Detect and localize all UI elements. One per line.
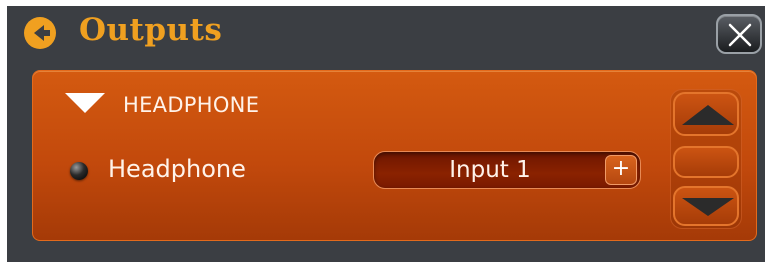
back-arrow-icon[interactable] — [23, 16, 57, 50]
window-title: Outputs — [79, 12, 223, 48]
scrollbar[interactable] — [670, 89, 742, 229]
close-x-icon — [728, 23, 752, 47]
title-bar: Outputs — [7, 6, 765, 58]
triangle-down-icon — [682, 198, 734, 216]
input-value: Input 1 — [449, 157, 531, 183]
input-selector[interactable]: Input 1 + — [373, 151, 641, 189]
output-label: Headphone — [108, 155, 246, 183]
scroll-down-button[interactable] — [673, 186, 739, 226]
group-label: HEADPHONE — [123, 93, 260, 117]
triangle-down-icon — [65, 93, 105, 113]
add-input-button[interactable]: + — [605, 155, 637, 185]
close-button[interactable] — [716, 14, 762, 54]
scroll-thumb[interactable] — [673, 146, 739, 178]
group-collapse-toggle[interactable] — [63, 91, 107, 115]
triangle-up-icon — [682, 105, 734, 125]
outputs-window: Outputs HEADPHONE Headphone Input 1 + — [7, 6, 765, 262]
output-group-panel: HEADPHONE Headphone Input 1 + — [32, 70, 757, 241]
scroll-up-button[interactable] — [673, 92, 739, 136]
status-indicator-icon — [70, 162, 88, 180]
